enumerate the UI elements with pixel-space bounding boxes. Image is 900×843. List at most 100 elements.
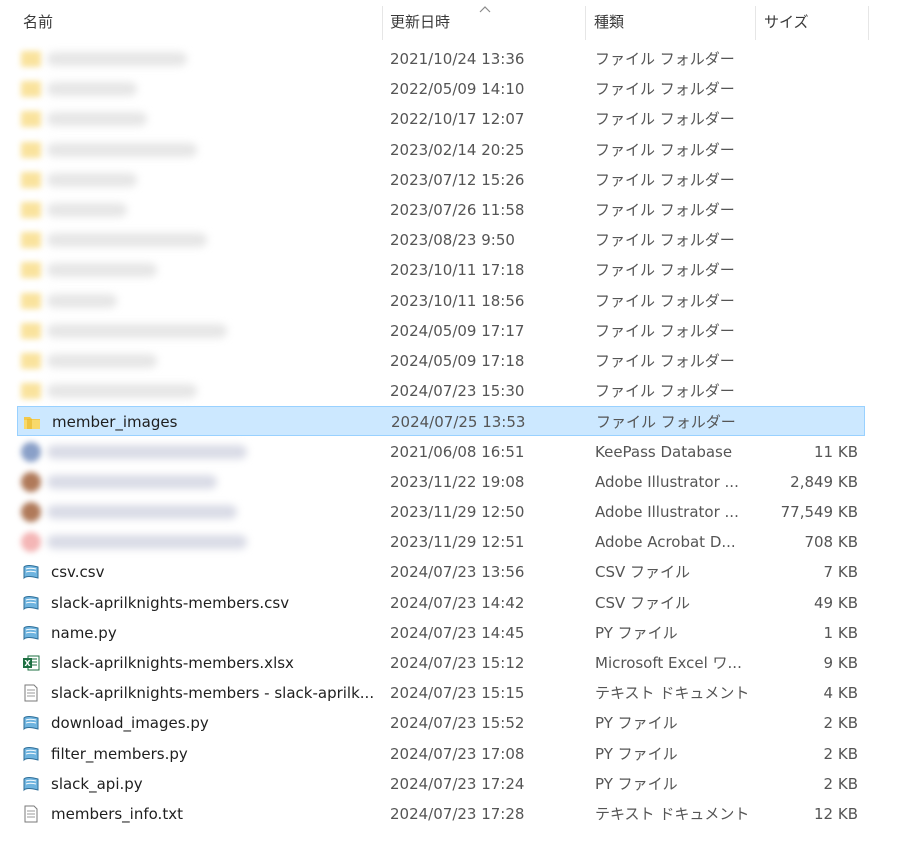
file-size <box>762 376 858 406</box>
file-row[interactable]: 2023/11/29 12:51 Adobe Acrobat D... 708 KB <box>17 527 865 557</box>
file-name: slack-aprilknights-members - slack-april… <box>51 684 375 703</box>
folder-row[interactable]: 2022/10/17 12:07 ファイル フォルダー <box>17 104 865 134</box>
file-type: Microsoft Excel ワ... <box>595 654 742 672</box>
folder-icon <box>21 171 41 188</box>
file-type: ファイル フォルダー <box>595 110 735 129</box>
file-size <box>763 407 859 437</box>
modified-date: 2023/11/22 19:08 <box>390 472 525 491</box>
file-type: CSV ファイル <box>595 563 691 582</box>
folder-row[interactable]: 2023/07/12 15:26 ファイル フォルダー <box>17 165 865 195</box>
folder-row[interactable]: 2023/10/11 18:56 ファイル フォルダー <box>17 286 865 316</box>
folder-icon <box>21 322 41 339</box>
file-size: 9 KB <box>823 654 858 672</box>
file-row[interactable]: slack-aprilknights-members.csv 2024/07/23… <box>17 588 865 618</box>
modified-date: 2024/07/25 13:53 <box>391 413 526 432</box>
file-size <box>762 225 858 255</box>
modified-date: 2024/05/09 17:18 <box>390 352 525 370</box>
column-header-name[interactable]: 名前 <box>17 0 377 44</box>
file-type: PY ファイル <box>595 774 678 793</box>
file-name: filter_members.py <box>51 744 188 763</box>
file-size <box>762 195 858 225</box>
column-divider[interactable] <box>382 6 383 40</box>
pdf-icon <box>21 532 41 553</box>
file-row[interactable]: filter_members.py 2024/07/23 17:08 PY ファイル… <box>17 739 865 769</box>
folder-icon <box>21 111 41 128</box>
folder-icon <box>21 81 41 98</box>
file-row[interactable]: slack_api.py 2024/07/23 17:24 PY ファイル 2 KB <box>17 769 865 799</box>
folder-row[interactable]: 2024/05/09 17:17 ファイル フォルダー <box>17 316 865 346</box>
modified-date: 2023/10/11 17:18 <box>390 261 525 280</box>
file-type: PY ファイル <box>595 714 678 733</box>
file-size <box>762 104 858 134</box>
script-file-icon <box>22 775 40 793</box>
folder-icon <box>23 413 41 431</box>
file-type: ファイル フォルダー <box>595 140 735 159</box>
folder-icon <box>21 232 41 249</box>
file-name: csv.csv <box>51 563 105 582</box>
file-type: KeePass Database <box>595 442 733 461</box>
redacted-name <box>47 52 187 66</box>
file-row[interactable]: name.py 2024/07/23 14:45 PY ファイル 1 KB <box>17 618 865 648</box>
svg-text:X: X <box>24 659 31 668</box>
file-size: 2 KB <box>823 714 858 733</box>
illustrator-icon <box>21 502 41 522</box>
folder-icon <box>21 383 41 400</box>
column-divider[interactable] <box>585 6 586 40</box>
file-type: ファイル フォルダー <box>595 201 735 219</box>
redacted-name <box>47 112 147 127</box>
folder-row[interactable]: 2023/08/23 9:50 ファイル フォルダー <box>17 225 865 255</box>
script-file-icon <box>22 745 40 763</box>
folder-icon <box>21 262 41 279</box>
folder-icon <box>21 51 41 67</box>
text-file-icon <box>22 805 40 823</box>
file-type: ファイル フォルダー <box>595 352 735 370</box>
folder-row[interactable]: member_images 2024/07/25 13:53 ファイル フォルダー <box>17 406 865 437</box>
file-row[interactable]: members_info.txt 2024/07/23 17:28 テキスト ドキュ… <box>17 799 865 829</box>
file-size: 2 KB <box>823 774 858 793</box>
file-name: name.py <box>51 623 117 642</box>
column-divider[interactable] <box>755 6 756 40</box>
modified-date: 2024/07/23 15:12 <box>390 654 525 672</box>
modified-date: 2023/11/29 12:50 <box>390 503 525 521</box>
modified-date: 2024/05/09 17:17 <box>390 321 525 340</box>
folder-row[interactable]: 2024/05/09 17:18 ファイル フォルダー <box>17 346 865 376</box>
script-file-icon <box>22 594 40 612</box>
folder-row[interactable]: 2023/10/11 17:18 ファイル フォルダー <box>17 255 865 285</box>
modified-date: 2023/08/23 9:50 <box>390 231 515 250</box>
column-header-size[interactable]: サイズ <box>758 0 868 44</box>
redacted-name <box>47 323 227 338</box>
file-row[interactable]: 2021/06/08 16:51 KeePass Database 11 KB <box>17 437 865 467</box>
file-name: download_images.py <box>51 714 209 733</box>
modified-date: 2024/07/23 15:52 <box>390 714 525 733</box>
file-size: 2,849 KB <box>790 472 858 491</box>
file-row[interactable]: download_images.py 2024/07/23 15:52 PY ファイ… <box>17 708 865 738</box>
redacted-name <box>47 263 157 278</box>
folder-row[interactable]: 2024/07/23 15:30 ファイル フォルダー <box>17 376 865 406</box>
file-row[interactable]: Xslack-aprilknights-members.xlsx 2024/07/… <box>17 648 865 678</box>
folder-row[interactable]: 2023/07/26 11:58 ファイル フォルダー <box>17 195 865 225</box>
redacted-name <box>47 172 137 187</box>
modified-date: 2021/06/08 16:51 <box>390 442 525 461</box>
file-type: テキスト ドキュメント <box>595 684 750 703</box>
file-type: ファイル フォルダー <box>595 291 735 310</box>
folder-row[interactable]: 2023/02/14 20:25 ファイル フォルダー <box>17 135 865 165</box>
file-size: 11 KB <box>814 442 858 461</box>
file-size: 49 KB <box>814 593 858 612</box>
folder-row[interactable]: 2021/10/24 13:36 ファイル フォルダー <box>17 44 865 74</box>
file-size: 7 KB <box>823 563 858 582</box>
file-type: ファイル フォルダー <box>595 80 735 99</box>
column-header-type[interactable]: 種類 <box>588 0 748 44</box>
file-size <box>762 346 858 376</box>
text-file-icon <box>22 684 40 702</box>
file-row[interactable]: 2023/11/22 19:08 Adobe Illustrator ... 2,8… <box>17 467 865 497</box>
file-row[interactable]: slack-aprilknights-members - slack-april… <box>17 678 865 708</box>
folder-row[interactable]: 2022/05/09 14:10 ファイル フォルダー <box>17 74 865 104</box>
file-row[interactable]: csv.csv 2024/07/23 13:56 CSV ファイル 7 KB <box>17 557 865 587</box>
column-divider[interactable] <box>868 6 869 40</box>
file-row[interactable]: 2023/11/29 12:50 Adobe Illustrator ... 77,… <box>17 497 865 527</box>
file-size <box>762 286 858 316</box>
script-file-icon <box>22 563 40 581</box>
file-size: 77,549 KB <box>780 503 858 521</box>
file-size <box>762 44 858 74</box>
redacted-name <box>47 293 117 308</box>
